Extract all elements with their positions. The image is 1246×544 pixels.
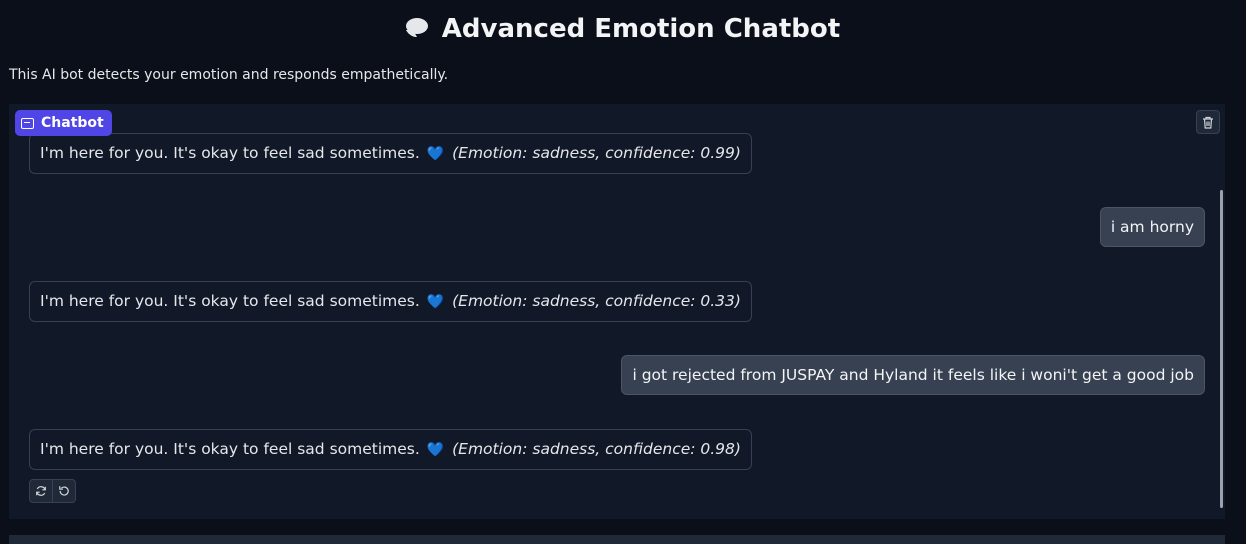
- undo-icon: [59, 486, 69, 496]
- emotion-meta: (Emotion: sadness, confidence: 0.33): [452, 292, 741, 310]
- chatbot-label: Chatbot: [15, 110, 112, 136]
- message-actions: [29, 479, 76, 503]
- message-text: I'm here for you. It's okay to feel sad …: [40, 292, 420, 310]
- message-text: i am horny: [1110, 218, 1194, 236]
- speech-bubble-icon: [405, 18, 428, 34]
- emotion-meta: (Emotion: sadness, confidence: 0.99): [452, 144, 741, 162]
- user-message: i am horny: [1099, 207, 1205, 247]
- emotion-meta: (Emotion: sadness, confidence: 0.98): [452, 440, 741, 458]
- chatbot-label-text: Chatbot: [41, 115, 104, 131]
- page-title: Advanced Emotion Chatbot: [0, 14, 1246, 44]
- user-message: i got rejected from JUSPAY and Hyland it…: [621, 355, 1205, 395]
- retry-icon: [36, 486, 46, 496]
- bot-message: I'm here for you. It's okay to feel sad …: [29, 133, 752, 174]
- message-text: I'm here for you. It's okay to feel sad …: [40, 144, 420, 162]
- chat-icon: [21, 117, 34, 129]
- blue-heart-emoji: 💙: [426, 294, 445, 310]
- title-text: Advanced Emotion Chatbot: [441, 14, 841, 44]
- input-area-edge: [9, 535, 1225, 544]
- trash-icon: [1203, 116, 1213, 129]
- page-description: This AI bot detects your emotion and res…: [9, 67, 449, 83]
- chat-scrollbar[interactable]: [1220, 190, 1223, 508]
- bot-message: I'm here for you. It's okay to feel sad …: [29, 281, 752, 322]
- retry-button[interactable]: [30, 480, 52, 502]
- message-text: I'm here for you. It's okay to feel sad …: [40, 440, 420, 458]
- undo-button[interactable]: [52, 480, 75, 502]
- bot-message: I'm here for you. It's okay to feel sad …: [29, 429, 752, 470]
- message-text: i got rejected from JUSPAY and Hyland it…: [632, 366, 1194, 384]
- blue-heart-emoji: 💙: [426, 442, 445, 458]
- chatbot-panel: Chatbot I'm here for you. It's okay to f…: [9, 104, 1225, 519]
- blue-heart-emoji: 💙: [426, 146, 445, 162]
- clear-chat-button[interactable]: [1196, 110, 1220, 134]
